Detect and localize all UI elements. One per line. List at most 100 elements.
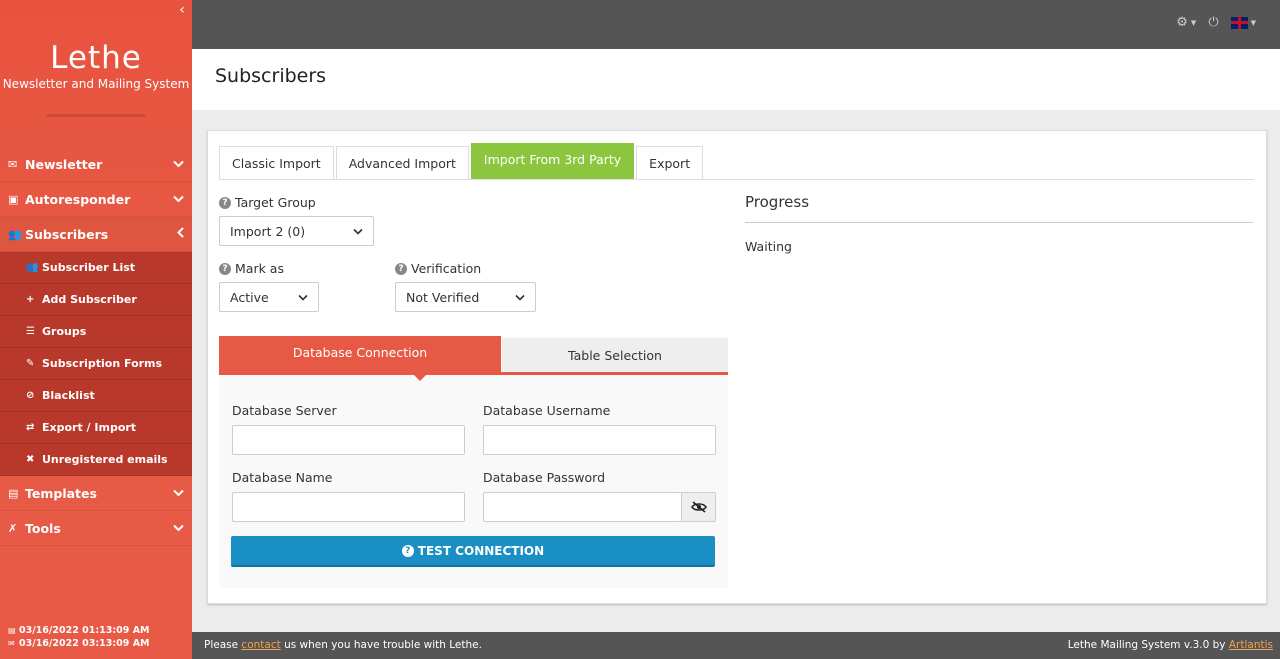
exchange-icon: ⇄ <box>26 422 35 433</box>
question-circle-icon[interactable]: ? <box>219 262 231 275</box>
chevron-down-icon <box>298 291 308 304</box>
target-group-label-text: Target Group <box>235 195 316 210</box>
import-tabs: Classic Import Advanced Import Import Fr… <box>219 143 1254 180</box>
sidebar-item-label: Subscription Forms <box>42 357 163 370</box>
sidebar-item-templates[interactable]: ▤ Templates <box>0 476 192 511</box>
database-section: Database Connection Table Selection Data… <box>219 336 728 588</box>
sidebar-item-unregistered-emails[interactable]: ✖ Unregistered emails <box>0 444 192 476</box>
local-time-value: 03/16/2022 03:13:09 AM <box>19 638 150 649</box>
settings-dropdown[interactable]: ⚙ ▼ <box>1176 15 1196 30</box>
users-icon: 👥 <box>26 262 39 273</box>
envelope-icon: ✉ <box>8 639 15 648</box>
local-time: ✉ 03/16/2022 03:13:09 AM <box>8 637 150 650</box>
progress-divider <box>745 222 1253 223</box>
tab-table-selection[interactable]: Table Selection <box>502 338 728 372</box>
sidebar-item-label: Add Subscriber <box>42 293 137 306</box>
caret-down-icon: ▼ <box>1190 18 1197 27</box>
subscribers-submenu: 👥 Subscriber List + Add Subscriber ☰ Gro… <box>0 252 192 476</box>
footer-left-prefix: Please <box>204 639 239 651</box>
db-name-label: Database Name <box>232 470 333 485</box>
brand: Lethe Newsletter and Mailing System <box>0 0 192 117</box>
toggle-password-button[interactable] <box>681 492 716 522</box>
test-connection-button[interactable]: ? TEST CONNECTION <box>231 536 715 567</box>
gear-icon: ⚙ <box>1176 15 1188 30</box>
sidebar-item-subscription-forms[interactable]: ✎ Subscription Forms <box>0 348 192 380</box>
test-connection-label: TEST CONNECTION <box>417 543 545 558</box>
tools-icon: ✗ <box>8 521 18 535</box>
verification-value: Not Verified <box>406 289 480 305</box>
sidebar-item-label: Groups <box>42 325 87 338</box>
question-circle-icon[interactable]: ? <box>395 262 407 275</box>
sidebar-item-label: Newsletter <box>25 156 103 172</box>
target-group-select[interactable]: Import 2 (0) <box>219 216 374 246</box>
sidebar-item-newsletter[interactable]: ✉ Newsletter <box>0 147 192 182</box>
verification-label: ? Verification <box>395 261 481 276</box>
database-tabs: Database Connection Table Selection <box>219 336 728 381</box>
envelope-icon: ✉ <box>8 157 18 171</box>
sidebar-collapse-icon[interactable]: ‹ <box>175 2 189 18</box>
chevron-down-icon <box>353 225 363 238</box>
question-circle-icon: ? <box>401 544 414 557</box>
tab-database-connection[interactable]: Database Connection <box>219 336 501 381</box>
mark-as-value: Active <box>230 289 269 305</box>
db-server-label: Database Server <box>232 403 337 418</box>
eye-slash-icon <box>690 501 707 513</box>
verification-select[interactable]: Not Verified <box>395 282 536 312</box>
footer: Please contact us when you have trouble … <box>192 632 1280 659</box>
db-username-label: Database Username <box>483 403 611 418</box>
server-icon: ▤ <box>8 626 16 635</box>
import-panel: Classic Import Advanced Import Import Fr… <box>207 130 1267 604</box>
sidebar-item-subscriber-list[interactable]: 👥 Subscriber List <box>0 252 192 284</box>
db-name-input[interactable] <box>232 492 465 522</box>
server-time-value: 03/16/2022 01:13:09 AM <box>19 625 150 636</box>
verification-label-text: Verification <box>411 261 482 276</box>
tab-classic-import[interactable]: Classic Import <box>219 146 334 179</box>
logout-button[interactable]: ⏻ <box>1208 15 1218 30</box>
db-server-input[interactable] <box>232 425 465 455</box>
question-circle-icon[interactable]: ? <box>219 196 231 209</box>
robot-icon: ▣ <box>8 192 19 206</box>
sidebar-item-label: Export / Import <box>42 421 137 434</box>
contact-link[interactable]: contact <box>241 639 280 651</box>
sidebar-menu: ✉ Newsletter ▣ Autoresponder 👥 Subscribe… <box>0 147 192 546</box>
sidebar-item-blacklist[interactable]: ⊘ Blacklist <box>0 380 192 412</box>
sidebar-item-export-import[interactable]: ⇄ Export / Import <box>0 412 192 444</box>
db-username-input[interactable] <box>483 425 716 455</box>
progress-title: Progress <box>745 193 810 211</box>
footer-version: Lethe Mailing System v.3.0 by <box>1067 639 1226 651</box>
artlantis-link[interactable]: Artlantis <box>1229 639 1273 651</box>
sidebar-item-groups[interactable]: ☰ Groups <box>0 316 192 348</box>
uk-flag-icon <box>1230 16 1248 29</box>
tab-advanced-import[interactable]: Advanced Import <box>335 146 469 179</box>
target-group-label: ? Target Group <box>219 195 316 210</box>
footer-left-suffix: us when you have trouble with Lethe. <box>284 639 482 651</box>
chevron-down-icon <box>173 487 184 500</box>
language-dropdown[interactable]: ▼ <box>1230 16 1256 29</box>
page-header: Subscribers <box>192 49 1280 110</box>
ban-icon: ⊘ <box>26 390 35 401</box>
page-title: Subscribers <box>215 65 327 87</box>
tab-import-3rd-party[interactable]: Import From 3rd Party <box>470 143 635 179</box>
sidebar-item-subscribers[interactable]: 👥 Subscribers <box>0 217 192 252</box>
sidebar-item-label: Templates <box>25 485 97 501</box>
mark-as-select[interactable]: Active <box>219 282 319 312</box>
sidebar-item-tools[interactable]: ✗ Tools <box>0 511 192 546</box>
users-icon: 👥 <box>8 227 22 241</box>
app-subtitle: Newsletter and Mailing System <box>2 77 190 91</box>
sidebar-item-autoresponder[interactable]: ▣ Autoresponder <box>0 182 192 217</box>
plus-icon: + <box>26 294 35 305</box>
tab-export[interactable]: Export <box>636 146 704 179</box>
footer-right: Lethe Mailing System v.3.0 by Artlantis <box>1068 639 1273 651</box>
top-tools: ⚙ ▼ ⏻ ▼ <box>1176 15 1256 30</box>
server-time: ▤ 03/16/2022 01:13:09 AM <box>8 624 150 637</box>
list-icon: ☰ <box>26 326 35 337</box>
sidebar: ‹ Lethe Newsletter and Mailing System ✉ … <box>0 0 192 659</box>
sidebar-item-label: Subscriber List <box>42 261 136 274</box>
sidebar-item-label: Autoresponder <box>25 191 131 207</box>
sidebar-item-label: Subscribers <box>25 226 109 242</box>
footer-left: Please contact us when you have trouble … <box>204 639 482 651</box>
sidebar-item-add-subscriber[interactable]: + Add Subscriber <box>0 284 192 316</box>
sidebar-item-label: Unregistered emails <box>42 453 168 466</box>
db-password-input[interactable] <box>483 492 681 522</box>
power-icon: ⏻ <box>1208 15 1219 30</box>
